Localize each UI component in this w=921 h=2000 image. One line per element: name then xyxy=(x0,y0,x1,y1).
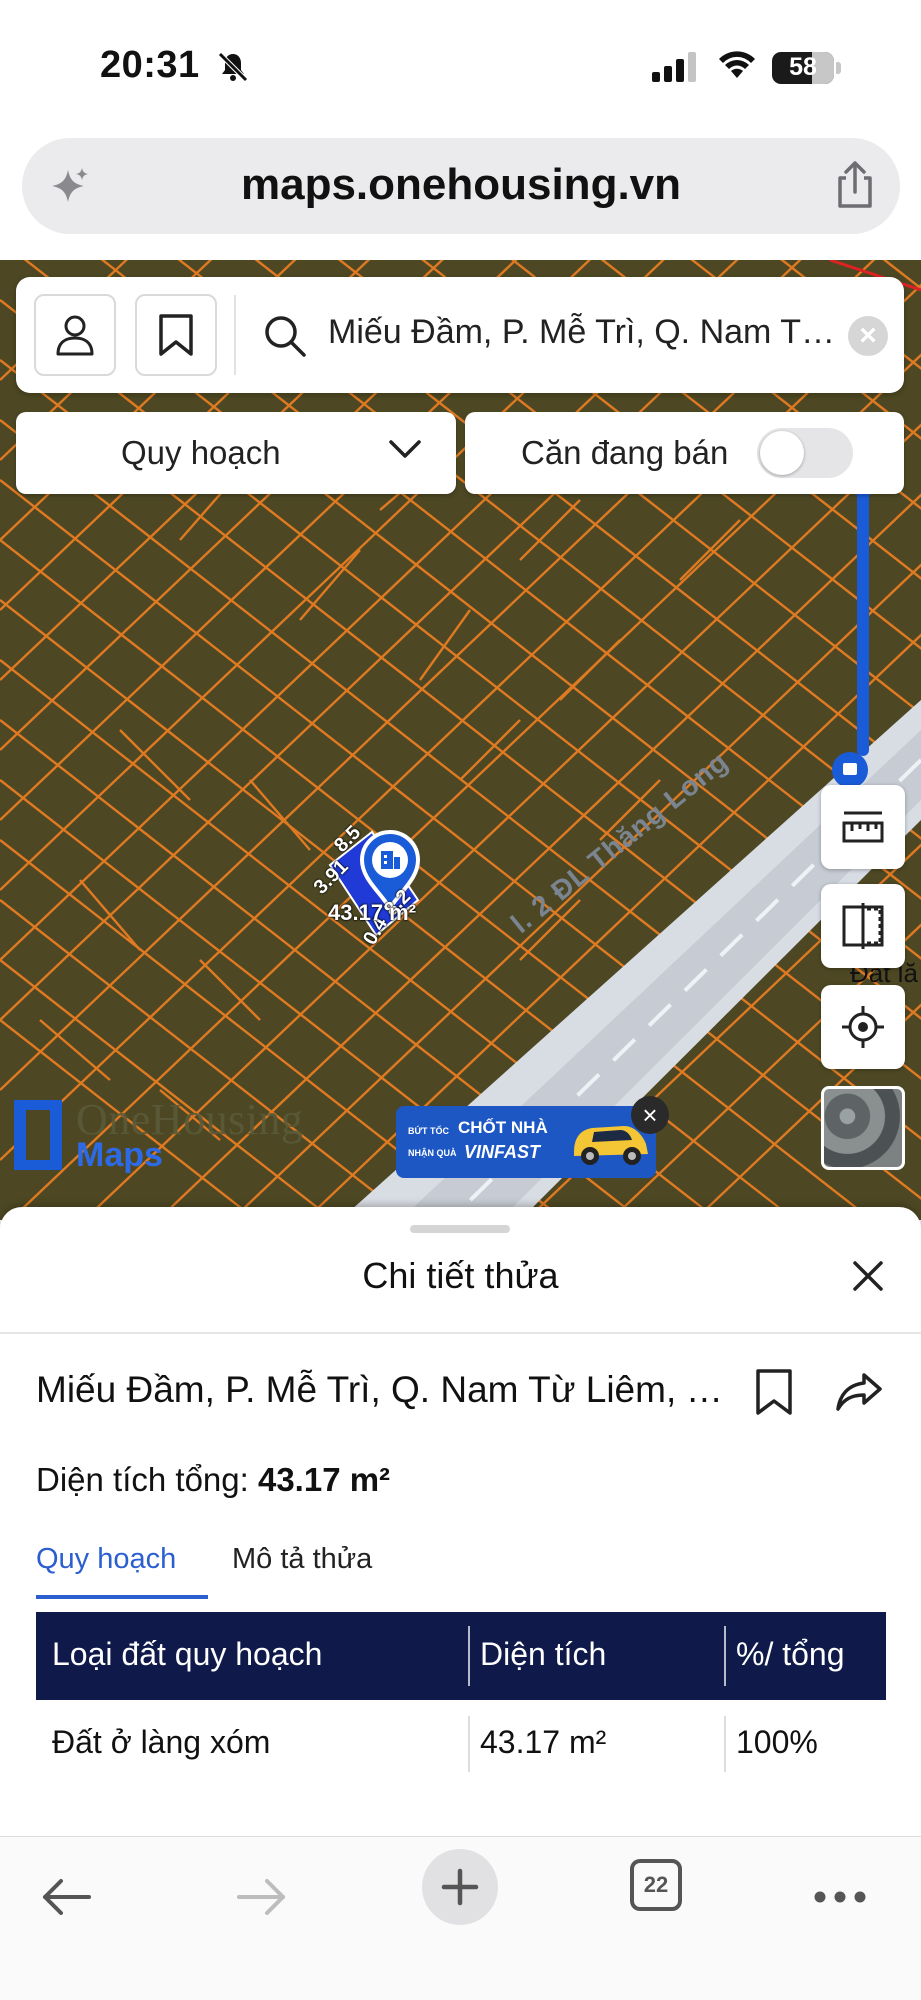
tab-parcel-description[interactable]: Mô tả thửa xyxy=(232,1543,372,1576)
bookmark-icon xyxy=(159,314,193,356)
table-row: Đất ở làng xóm 43.17 m² 100% xyxy=(36,1700,886,1788)
save-bookmark-icon[interactable] xyxy=(752,1367,796,1417)
more-dots-icon xyxy=(814,1891,866,1903)
measure-button[interactable] xyxy=(821,785,905,869)
parcel-address: Miếu Đầm, P. Mễ Trì, Q. Nam Từ Liêm, Thà… xyxy=(36,1369,732,1410)
parcel-area-label: 43.17 m² xyxy=(328,900,417,925)
ad-line2: NHẬN QUÀ xyxy=(408,1148,457,1158)
status-bar: 20:31 58 xyxy=(0,0,921,130)
forward-button[interactable] xyxy=(222,1857,302,1937)
battery-level: 58 xyxy=(789,53,817,81)
total-area-value: 43.17 m² xyxy=(257,1461,391,1498)
locate-icon xyxy=(842,1006,884,1048)
column-header: %/ tổng xyxy=(736,1636,845,1672)
ad-banner[interactable]: BỨT TỐC CHỐT NHÀ NHẬN QUÀ VINFAST xyxy=(396,1106,656,1178)
ad-line1: BỨT TỐC xyxy=(408,1126,449,1136)
logo-mark-icon xyxy=(14,1100,62,1170)
my-location-button[interactable] xyxy=(821,985,905,1069)
toggle-knob xyxy=(760,431,804,475)
divider xyxy=(234,295,236,375)
search-input[interactable]: Miếu Đầm, P. Mễ Trì, Q. Nam Từ Liêm, Thà… xyxy=(328,313,843,352)
total-area-label: Diện tích tổng: xyxy=(36,1461,249,1498)
map-view[interactable]: 3.91 8.5 8.2 0.4 43.17 m² l. 2 ĐL Thăng … xyxy=(0,260,921,1220)
sheet-divider xyxy=(0,1332,921,1334)
tabs-button[interactable]: 22 xyxy=(630,1859,682,1911)
split-view-button[interactable] xyxy=(821,884,905,968)
saved-button[interactable] xyxy=(135,294,217,376)
for-sale-toggle[interactable] xyxy=(757,428,853,478)
satellite-layer-button[interactable] xyxy=(821,1086,905,1170)
signal-icon xyxy=(652,52,696,82)
bell-muted-icon xyxy=(218,52,248,82)
table-cell: 100% xyxy=(736,1724,818,1760)
tab-planning[interactable]: Quy hoạch xyxy=(36,1543,176,1576)
account-button[interactable] xyxy=(34,294,116,376)
active-tab-indicator xyxy=(36,1595,208,1599)
ruler-icon xyxy=(842,811,884,843)
arrow-right-icon xyxy=(237,1879,285,1915)
column-header: Diện tích xyxy=(480,1636,607,1672)
share-arrow-icon[interactable] xyxy=(834,1371,884,1415)
battery-indicator: 58 xyxy=(772,52,834,84)
back-button[interactable] xyxy=(26,1857,106,1937)
more-menu-button[interactable] xyxy=(800,1857,880,1937)
ad-headline: CHỐT NHÀ xyxy=(458,1118,548,1137)
url-text[interactable]: maps.onehousing.vn xyxy=(22,160,900,210)
table-header: Loại đất quy hoạch Diện tích %/ tổng xyxy=(36,1612,886,1700)
ad-brand: VINFAST xyxy=(464,1142,541,1162)
sheet-title: Chi tiết thửa xyxy=(362,1255,559,1296)
logo-subtitle: Maps xyxy=(76,1136,163,1174)
table-cell: 43.17 m² xyxy=(480,1724,607,1760)
split-screen-icon xyxy=(842,903,884,949)
for-sale-filter: Căn đang bán xyxy=(465,412,904,494)
table-cell: Đất ở làng xóm xyxy=(52,1724,271,1760)
browser-toolbar: 22 xyxy=(0,1836,921,2000)
layer-dropdown-label: Quy hoạch xyxy=(121,434,281,471)
chevron-down-icon xyxy=(389,440,421,458)
address-bar[interactable]: maps.onehousing.vn xyxy=(22,138,900,234)
parcel-detail-sheet: Chi tiết thửa Miếu Đầm, P. Mễ Trì, Q. Na… xyxy=(0,1207,921,1837)
column-header: Loại đất quy hoạch xyxy=(52,1636,323,1672)
onehousing-logo: OneHousing Maps xyxy=(14,1095,334,1180)
battery-tip xyxy=(836,62,841,74)
search-icon xyxy=(265,316,306,357)
close-icon[interactable] xyxy=(851,1259,885,1293)
wifi-icon xyxy=(719,51,755,78)
share-icon[interactable] xyxy=(832,160,878,210)
map-canvas[interactable] xyxy=(0,260,921,1220)
status-time: 20:31 xyxy=(100,44,200,86)
map-search-panel: Miếu Đầm, P. Mễ Trì, Q. Nam Từ Liêm, Thà… xyxy=(16,277,904,393)
arrow-left-icon xyxy=(43,1879,91,1915)
for-sale-label: Căn đang bán xyxy=(521,434,729,471)
new-tab-button[interactable] xyxy=(422,1849,498,1925)
total-area: Diện tích tổng: 43.17 m² xyxy=(36,1461,390,1499)
clear-search-button[interactable]: × xyxy=(848,316,888,356)
ad-close-button[interactable]: × xyxy=(631,1096,669,1134)
sheet-grabber[interactable] xyxy=(410,1225,510,1233)
plus-icon xyxy=(441,1868,479,1906)
user-icon xyxy=(56,315,94,356)
layer-dropdown[interactable]: Quy hoạch xyxy=(16,412,456,494)
planning-table: Loại đất quy hoạch Diện tích %/ tổng Đất… xyxy=(36,1612,886,1788)
